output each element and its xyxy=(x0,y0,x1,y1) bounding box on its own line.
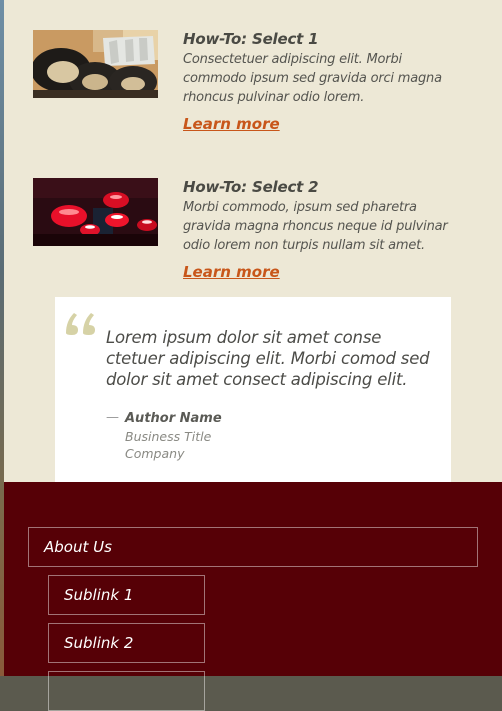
article-description: Consectetuer adipiscing elit. Morbi comm… xyxy=(183,52,442,105)
footer-navigation: About Us Sublink 1 Sublink 2 xyxy=(4,482,502,711)
nav-sublink-label: Sublink 2 xyxy=(64,634,134,652)
article-title: How-To: Select 2 xyxy=(183,178,319,196)
author-business-title: Business Title xyxy=(125,429,212,444)
nav-sublink-2[interactable]: Sublink 2 xyxy=(48,623,205,663)
nav-sublink-1[interactable]: Sublink 1 xyxy=(48,575,205,615)
article-item: How-To: Select 1 Consectetuer adipiscing… xyxy=(33,30,473,140)
article-text: How-To: Select 2 Morbi commodo, ipsum se… xyxy=(183,178,468,281)
nav-sublink-label: Sublink 1 xyxy=(64,586,134,604)
learn-more-link[interactable]: Learn more xyxy=(183,263,280,281)
article-title: How-To: Select 1 xyxy=(183,30,319,48)
article-thumbnail-chairs[interactable] xyxy=(33,30,158,98)
author-dash: — xyxy=(106,410,119,425)
quote-mark-icon xyxy=(64,309,98,339)
testimonial-card: Lorem ipsum dolor sit amet conse ctetuer… xyxy=(55,297,451,482)
article-thumbnail-lamps[interactable] xyxy=(33,178,158,246)
author-company: Company xyxy=(125,446,185,461)
testimonial-quote: Lorem ipsum dolor sit amet conse ctetuer… xyxy=(106,328,430,389)
author-name: Author Name xyxy=(125,411,222,426)
nav-about-us-label: About Us xyxy=(44,538,112,556)
nav-about-us[interactable]: About Us xyxy=(28,527,478,567)
article-item: How-To: Select 2 Morbi commodo, ipsum se… xyxy=(33,178,473,288)
nav-sublink-partial[interactable] xyxy=(48,671,205,711)
article-description: Morbi commodo, ipsum sed pharetra gravid… xyxy=(183,200,448,253)
article-text: How-To: Select 1 Consectetuer adipiscing… xyxy=(183,30,468,133)
learn-more-link[interactable]: Learn more xyxy=(183,115,280,133)
